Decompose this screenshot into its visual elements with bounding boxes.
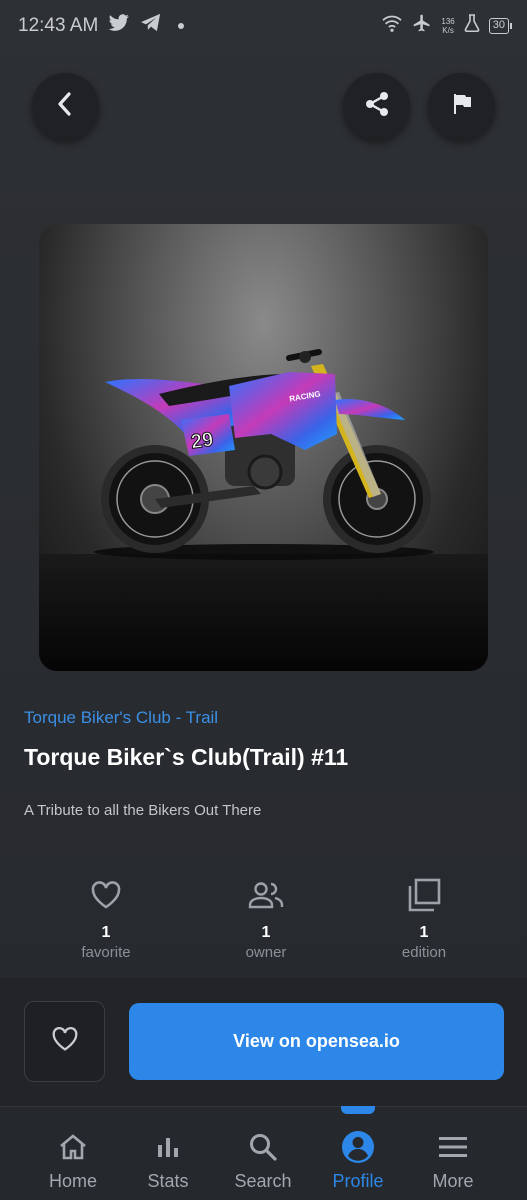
nav-profile[interactable]: Profile bbox=[311, 1107, 405, 1200]
nav-stats[interactable]: Stats bbox=[121, 1107, 215, 1200]
collection-icon bbox=[359, 876, 489, 914]
stats-icon bbox=[121, 1127, 215, 1167]
flask-icon bbox=[464, 14, 480, 38]
people-icon bbox=[201, 876, 331, 914]
share-button[interactable] bbox=[343, 73, 410, 140]
flag-icon bbox=[451, 92, 473, 121]
search-icon bbox=[216, 1127, 310, 1167]
bottom-nav: Home Stats Search Profile More bbox=[0, 1106, 527, 1200]
heart-outline-icon bbox=[51, 1026, 79, 1057]
report-button[interactable] bbox=[428, 73, 495, 140]
net-speed-unit: K/s bbox=[442, 26, 454, 35]
nav-more[interactable]: More bbox=[406, 1107, 500, 1200]
stat-label: edition bbox=[401, 944, 447, 961]
nav-label: Home bbox=[48, 1171, 97, 1191]
nav-search[interactable]: Search bbox=[216, 1107, 310, 1200]
nav-label: Stats bbox=[147, 1171, 189, 1191]
nav-label: More bbox=[432, 1171, 474, 1191]
dot-icon bbox=[178, 23, 185, 29]
nav-home[interactable]: Home bbox=[26, 1107, 120, 1200]
status-bar: 12:43 AM 136 K/s 30 bbox=[0, 0, 527, 52]
battery-icon: 30 bbox=[488, 18, 513, 34]
net-speed-value: 136 bbox=[441, 17, 455, 26]
view-on-opensea-button[interactable]: View on opensea.io bbox=[129, 1003, 504, 1080]
back-button[interactable] bbox=[32, 73, 99, 140]
nav-label: Profile bbox=[332, 1171, 384, 1191]
stat-count: 1 bbox=[419, 924, 429, 941]
telegram-icon bbox=[140, 13, 162, 39]
heart-outline-icon bbox=[41, 876, 171, 914]
profile-icon bbox=[311, 1127, 405, 1167]
stat-owner: 1 owner bbox=[201, 876, 331, 961]
stat-favorite: 1 favorite bbox=[41, 876, 171, 961]
stat-label: favorite bbox=[81, 944, 131, 961]
home-icon bbox=[26, 1127, 120, 1167]
nft-title: Torque Biker`s Club(Trail) #11 bbox=[24, 744, 349, 770]
nft-image[interactable]: 29 RACING bbox=[39, 224, 488, 671]
bike-number: 29 bbox=[190, 429, 215, 454]
net-speed: 136 K/s bbox=[441, 17, 454, 35]
nft-description: A Tribute to all the Bikers Out There bbox=[24, 802, 262, 819]
status-time: 12:43 AM bbox=[18, 15, 99, 36]
collection-link[interactable]: Torque Biker's Club - Trail bbox=[24, 708, 218, 728]
twitter-icon bbox=[108, 14, 130, 38]
back-arrow-icon bbox=[55, 91, 77, 122]
wifi-icon bbox=[381, 14, 403, 38]
stat-edition: 1 edition bbox=[359, 876, 489, 961]
stat-label: owner bbox=[245, 944, 287, 961]
motorbike-illustration: 29 RACING bbox=[94, 349, 434, 560]
share-icon bbox=[363, 90, 391, 123]
favorite-button[interactable] bbox=[24, 1001, 105, 1082]
stat-count: 1 bbox=[101, 924, 111, 941]
stat-count: 1 bbox=[261, 924, 271, 941]
nav-label: Search bbox=[234, 1171, 292, 1191]
airplane-icon bbox=[412, 13, 432, 39]
menu-icon bbox=[406, 1127, 500, 1167]
